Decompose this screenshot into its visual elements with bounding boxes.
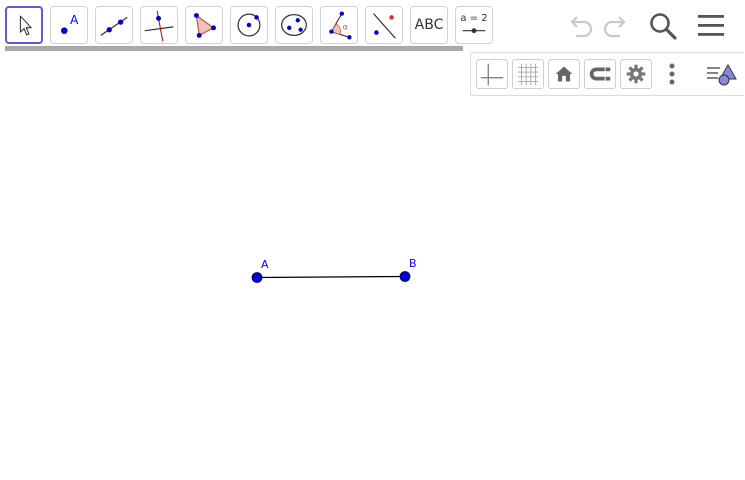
point-icon: A [60,13,79,34]
undo-button[interactable] [564,10,596,42]
toolbar-scrollbar[interactable] [5,46,463,51]
angle-icon: α [329,11,352,40]
style-bar-toggle-button[interactable] [704,59,740,89]
segment-ab[interactable] [256,275,406,279]
redo-icon [603,16,626,38]
slider-icon [462,28,486,34]
circle-center-point-icon [237,13,261,37]
ellipse-tool-button[interactable] [275,6,313,44]
redo-button[interactable] [600,10,632,42]
point-tool-button[interactable]: A [50,6,88,44]
search-icon [650,13,677,40]
reflect-about-line-icon [373,13,396,39]
line-icon [100,16,128,36]
point-capture-icon [589,67,611,81]
undo-icon [570,16,593,38]
text-tool-button[interactable]: ABC [410,6,448,44]
perpendicular-line-icon [144,10,174,42]
standard-view-button[interactable] [548,59,580,89]
home-icon [555,66,573,82]
point-tool-letter: A [70,13,79,27]
axes-button[interactable] [476,59,508,89]
move-arrow-icon [19,15,32,36]
angle-alpha-symbol: α [343,23,348,32]
line-tool-button[interactable] [95,6,133,44]
reflect-tool-button[interactable] [365,6,403,44]
search-button[interactable] [647,10,679,42]
menu-icon [698,15,724,36]
circle-tool-button[interactable] [230,6,268,44]
grid-icon [517,63,539,86]
move-tool-button[interactable] [5,6,43,44]
text-icon: ABC [414,17,444,33]
point-a[interactable] [251,272,263,283]
axes-icon [480,63,504,86]
main-menu-button[interactable] [695,10,727,42]
point-b-label: B [409,257,417,270]
ellipse-icon [281,13,307,37]
more-options-button[interactable] [656,59,688,89]
style-bar [470,52,744,96]
point-b[interactable] [399,271,411,282]
settings-icon [626,64,646,84]
slider-tool-button[interactable]: a = 2 [455,6,493,44]
polygon-tool-button[interactable] [185,6,223,44]
polygon-icon [193,13,216,38]
grid-button[interactable] [512,59,544,89]
graphics-settings-button[interactable] [620,59,652,89]
point-capturing-button[interactable] [584,59,616,89]
graphics-canvas [251,271,411,283]
style-bar-toggle-icon [707,63,737,86]
perpendicular-tool-button[interactable] [140,6,178,44]
graphics-view[interactable]: A B [0,52,745,480]
more-vertical-icon [669,63,675,85]
toolbar: A α ABC a = 2 [0,0,745,50]
point-a-label: A [261,258,269,271]
angle-tool-button[interactable]: α [320,6,358,44]
